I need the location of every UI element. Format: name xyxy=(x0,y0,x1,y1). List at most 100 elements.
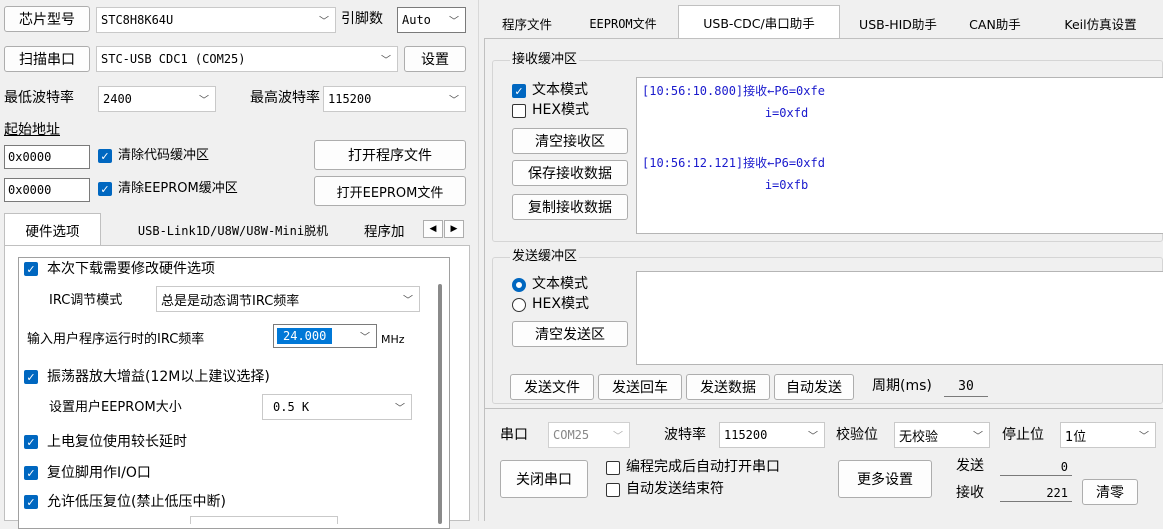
address-2-value: 0x0000 xyxy=(8,183,52,197)
more-settings-button[interactable]: 更多设置 xyxy=(838,460,932,498)
received-count-value-box: 221 xyxy=(1000,484,1072,502)
clear-receive-button[interactable]: 清空接收区 xyxy=(512,128,628,154)
received-count-value: 221 xyxy=(1046,485,1068,500)
chevron-down-icon: ﹀ xyxy=(808,431,818,443)
send-return-button[interactable]: 发送回车 xyxy=(598,374,682,400)
partial-select[interactable] xyxy=(190,516,338,524)
chevron-down-icon: ﹀ xyxy=(613,431,623,443)
send-text-area[interactable] xyxy=(636,271,1163,365)
port-settings-button[interactable]: 设置 xyxy=(404,46,466,72)
pin-count-select[interactable]: Auto ﹀ xyxy=(397,7,466,33)
start-address-label: 起始地址 xyxy=(4,122,60,138)
chevron-down-icon: ﹀ xyxy=(449,16,459,28)
baud-rate-select[interactable]: 115200 ﹀ xyxy=(719,422,825,448)
reset-pin-io-checkbox[interactable]: ✓ xyxy=(24,466,38,480)
open-eeprom-file-label: 打开EEPROM文件 xyxy=(336,185,444,201)
tab-scroll-right-button[interactable]: ▶ xyxy=(444,220,464,238)
open-program-file-button[interactable]: 打开程序文件 xyxy=(314,140,466,170)
clear-eeprom-buffer-checkbox[interactable]: ✓ xyxy=(98,182,112,196)
osc-gain-checkbox[interactable]: ✓ xyxy=(24,370,38,384)
close-port-button[interactable]: 关闭串口 xyxy=(500,460,588,498)
clear-eeprom-buffer-label: 清除EEPROM缓冲区 xyxy=(118,181,238,196)
tab-program-encrypt-label: 程序加 xyxy=(364,224,405,240)
chevron-down-icon: ﹀ xyxy=(395,403,405,415)
auto-send-button[interactable]: 自动发送 xyxy=(774,374,854,400)
tab-usb-hid-label: USB-HID助手 xyxy=(859,16,937,32)
recv-hex-mode-checkbox[interactable] xyxy=(512,104,526,118)
tab-program-file[interactable]: 程序文件 xyxy=(484,8,570,38)
tab-keil-sim[interactable]: Keil仿真设置 xyxy=(1038,8,1163,38)
chip-model-button[interactable]: 芯片型号 xyxy=(4,6,90,32)
send-data-button[interactable]: 发送数据 xyxy=(686,374,770,400)
stop-bits-value: 1位 xyxy=(1065,429,1087,445)
auto-open-port-checkbox[interactable] xyxy=(606,461,620,475)
port-select[interactable]: STC-USB CDC1 (COM25) ﹀ xyxy=(96,46,398,72)
eeprom-size-value: 0.5 K xyxy=(273,400,310,414)
auto-send-terminator-checkbox[interactable] xyxy=(606,483,620,497)
recv-text-mode-label: 文本模式 xyxy=(532,82,588,98)
send-text-mode-radio[interactable] xyxy=(512,278,526,292)
tab-eeprom-file-label: EEPROM文件 xyxy=(589,16,657,31)
auto-send-terminator-label: 自动发送结束符 xyxy=(626,481,724,497)
min-baud-select[interactable]: 2400 ﹀ xyxy=(98,86,216,112)
period-input[interactable]: 30 xyxy=(944,377,988,397)
low-voltage-reset-label: 允许低压复位(禁止低压中断) xyxy=(47,494,226,510)
receive-line-4: i=0xfb xyxy=(642,178,809,192)
tab-hardware-options[interactable]: 硬件选项 xyxy=(4,213,101,246)
clear-send-label: 清空发送区 xyxy=(535,327,605,343)
irc-frequency-select[interactable]: 24.000 ﹀ xyxy=(273,324,377,348)
port-value: STC-USB CDC1 (COM25) xyxy=(101,52,246,66)
parity-value: 无校验 xyxy=(899,429,939,445)
tab-program-encrypt[interactable]: 程序加 xyxy=(364,216,420,244)
auto-open-port-label: 编程完成后自动打开串口 xyxy=(626,459,780,475)
parity-select[interactable]: 无校验 ﹀ xyxy=(894,422,990,448)
scan-port-button[interactable]: 扫描串口 xyxy=(4,46,90,72)
tab-can[interactable]: CAN助手 xyxy=(956,8,1034,38)
irc-mode-select[interactable]: 总是是动态调节IRC频率 ﹀ xyxy=(156,286,420,312)
start-address-input-2[interactable]: 0x0000 xyxy=(4,178,90,202)
save-receive-button[interactable]: 保存接收数据 xyxy=(512,160,628,186)
reset-count-label: 清零 xyxy=(1096,485,1124,501)
clear-send-button[interactable]: 清空发送区 xyxy=(512,321,628,347)
period-value: 30 xyxy=(958,379,974,394)
serial-port-select[interactable]: COM25 ﹀ xyxy=(548,422,630,448)
chevron-down-icon: ﹀ xyxy=(381,55,391,67)
reset-count-button[interactable]: 清零 xyxy=(1082,479,1138,505)
close-port-label: 关闭串口 xyxy=(516,472,572,488)
clear-receive-label: 清空接收区 xyxy=(535,134,605,150)
pin-count-value: Auto xyxy=(402,13,431,27)
tab-usb-link[interactable]: USB-Link1D/U8W/U8W-Mini脱机 xyxy=(104,216,362,244)
send-file-button[interactable]: 发送文件 xyxy=(510,374,594,400)
stop-bits-select[interactable]: 1位 ﹀ xyxy=(1060,422,1156,448)
open-eeprom-file-button[interactable]: 打开EEPROM文件 xyxy=(314,176,466,206)
stop-bits-label: 停止位 xyxy=(1002,427,1044,443)
start-address-input-1[interactable]: 0x0000 xyxy=(4,145,90,169)
send-data-label: 发送数据 xyxy=(700,380,756,396)
send-text-mode-label: 文本模式 xyxy=(532,276,588,292)
tab-program-file-label: 程序文件 xyxy=(501,16,552,32)
chip-model-select[interactable]: STC8H8K64U ﹀ xyxy=(96,7,336,33)
open-program-file-label: 打开程序文件 xyxy=(348,148,432,164)
max-baud-select[interactable]: 115200 ﹀ xyxy=(323,86,466,112)
recv-text-mode-checkbox[interactable]: ✓ xyxy=(512,84,526,98)
period-label: 周期(ms) xyxy=(872,378,932,394)
copy-receive-button[interactable]: 复制接收数据 xyxy=(512,194,628,220)
tab-scroll-left-button[interactable]: ◀ xyxy=(423,220,443,238)
clear-code-buffer-checkbox[interactable]: ✓ xyxy=(98,149,112,163)
scrollbar-thumb[interactable] xyxy=(438,284,442,524)
eeprom-size-select[interactable]: 0.5 K ﹀ xyxy=(262,394,412,420)
modify-hw-options-checkbox[interactable]: ✓ xyxy=(24,262,38,276)
tab-usb-hid[interactable]: USB-HID助手 xyxy=(844,8,952,38)
send-hex-mode-label: HEX模式 xyxy=(532,296,589,312)
tab-eeprom-file[interactable]: EEPROM文件 xyxy=(572,8,674,38)
tab-usb-link-label: USB-Link1D/U8W/U8W-Mini脱机 xyxy=(137,223,329,238)
triangle-left-icon: ◀ xyxy=(429,224,437,234)
send-hex-mode-radio[interactable] xyxy=(512,298,526,312)
send-return-label: 发送回车 xyxy=(612,380,668,396)
tab-usb-cdc[interactable]: USB-CDC/串口助手 xyxy=(678,5,840,38)
tab-hardware-options-label: 硬件选项 xyxy=(25,224,80,240)
chevron-down-icon: ﹀ xyxy=(403,295,413,307)
low-voltage-reset-checkbox[interactable]: ✓ xyxy=(24,495,38,509)
power-reset-delay-checkbox[interactable]: ✓ xyxy=(24,435,38,449)
receive-buffer-title: 接收缓冲区 xyxy=(510,52,580,68)
